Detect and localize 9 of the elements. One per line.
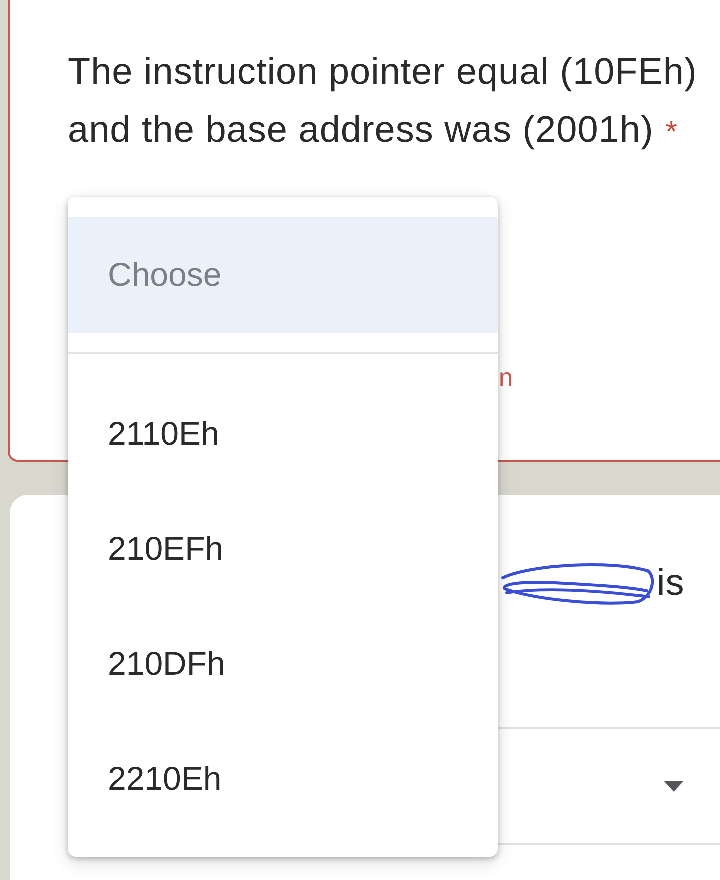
question-text: is bbox=[657, 561, 685, 605]
menu-option[interactable]: 210DFh bbox=[68, 606, 498, 721]
menu-option[interactable]: Choose bbox=[68, 217, 498, 333]
menu-option[interactable]: 210EFh bbox=[68, 491, 498, 606]
menu-option[interactable]: 2210Eh bbox=[68, 721, 498, 836]
caret-icon bbox=[664, 780, 684, 792]
menu-option[interactable]: 2110Eh bbox=[68, 376, 498, 491]
question-title: The instruction pointer equal (10FEh) and the base address was (2001h) * bbox=[68, 50, 698, 152]
error-text: n bbox=[499, 363, 513, 393]
